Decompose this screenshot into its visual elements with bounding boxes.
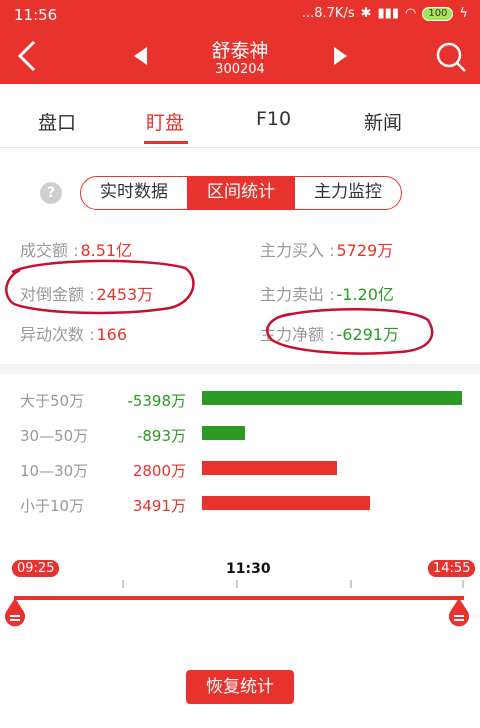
stat-label: 主力买入 : xyxy=(260,241,335,260)
segment-row: ? 实时数据 区间统计 主力监控 xyxy=(0,176,480,212)
dist-label-lt10: 小于10万 xyxy=(20,497,85,515)
stat-label: 主力净额 : xyxy=(260,325,335,344)
stat-main-sell: 主力卖出 : -1.20亿 xyxy=(260,281,394,305)
start-handle-icon[interactable] xyxy=(4,598,26,628)
restore-stats-button[interactable]: 恢复统计 xyxy=(186,670,294,704)
tick-mark xyxy=(122,580,124,588)
wifi-icon: ◠ xyxy=(404,6,417,21)
tab-pankou[interactable]: 盘口 xyxy=(38,108,76,135)
help-icon[interactable]: ? xyxy=(40,182,62,204)
stat-main-buy: 主力买入 :5729万 xyxy=(260,237,393,261)
stat-label: 对倒金额 : xyxy=(20,285,95,304)
stock-code: 300204 xyxy=(215,62,265,77)
stat-label: 主力卖出 : xyxy=(260,285,335,304)
status-bar: 11:56 ...8.7K/s ✱ ▮▮▮ ◠ 100 ϟ xyxy=(0,0,480,30)
status-icons: ...8.7K/s ✱ ▮▮▮ ◠ 100 ϟ xyxy=(302,6,468,21)
stat-label: 成交额 : xyxy=(20,241,79,260)
stat-abnormal-count: 异动次数 :166 xyxy=(20,321,127,345)
signal-icon: ▮▮▮ xyxy=(377,6,399,21)
active-tab-indicator xyxy=(144,141,188,144)
tick-mark xyxy=(462,580,464,588)
dist-value-30-50: -893万 xyxy=(136,427,186,445)
dist-bar-lt10 xyxy=(202,496,370,510)
tab-dingpan[interactable]: 盯盘 xyxy=(146,108,184,135)
stat-value: 166 xyxy=(96,325,128,344)
stat-opposite-amount: 对倒金额 :2453万 xyxy=(20,281,153,305)
stat-value: 2453万 xyxy=(96,285,154,304)
dist-value-10-30: 2800万 xyxy=(132,462,186,480)
top-navbar: 舒泰神 300204 xyxy=(0,30,480,84)
next-stock-icon[interactable] xyxy=(334,47,347,65)
bluetooth-icon: ✱ xyxy=(360,6,372,21)
stat-turnover: 成交额 :8.51亿 xyxy=(20,237,132,261)
dist-bar-gt50 xyxy=(202,391,462,405)
tick-mark xyxy=(350,580,352,588)
time-range-track xyxy=(14,596,464,600)
tab-bar: 盘口 盯盘 F10 新闻 xyxy=(0,84,480,148)
stock-name: 舒泰神 xyxy=(211,40,269,62)
time-range-slider: 09:25 11:30 14:55 xyxy=(0,552,480,652)
time-ticks xyxy=(14,580,464,590)
segment-realtime[interactable]: 实时数据 xyxy=(81,177,188,209)
stat-value: -1.20亿 xyxy=(336,285,394,304)
stat-value: 8.51亿 xyxy=(80,241,133,260)
start-time-badge: 09:25 xyxy=(12,560,60,577)
end-handle-icon[interactable] xyxy=(448,598,470,628)
tab-news[interactable]: 新闻 xyxy=(364,108,402,135)
dist-label-30-50: 30—50万 xyxy=(20,427,89,445)
stat-main-net: 主力净额 : -6291万 xyxy=(260,321,399,345)
network-speed: ...8.7K/s xyxy=(301,6,355,21)
dist-label-10-30: 10—30万 xyxy=(20,462,89,480)
section-divider xyxy=(0,364,480,374)
tick-mark xyxy=(236,580,238,588)
search-icon[interactable] xyxy=(434,40,468,74)
dist-value-gt50: -5398万 xyxy=(127,392,186,410)
dist-value-lt10: 3491万 xyxy=(132,497,186,515)
stat-value: -6291万 xyxy=(336,325,399,344)
segment-interval-stats[interactable]: 区间统计 xyxy=(188,177,295,209)
dist-bar-10-30 xyxy=(202,461,337,475)
status-time: 11:56 xyxy=(14,6,58,24)
tab-f10[interactable]: F10 xyxy=(256,108,291,130)
midday-time-label: 11:30 xyxy=(226,561,271,577)
segmented-control: 实时数据 区间统计 主力监控 xyxy=(80,176,402,210)
stat-label: 异动次数 : xyxy=(20,325,95,344)
battery-icon: 100 xyxy=(422,6,454,21)
end-time-badge: 14:55 xyxy=(428,560,476,577)
dist-label-gt50: 大于50万 xyxy=(20,392,85,410)
stat-value: 5729万 xyxy=(336,241,394,260)
dist-bar-30-50 xyxy=(202,426,245,440)
charging-icon: ϟ xyxy=(459,6,468,21)
segment-main-monitor[interactable]: 主力监控 xyxy=(295,177,401,209)
